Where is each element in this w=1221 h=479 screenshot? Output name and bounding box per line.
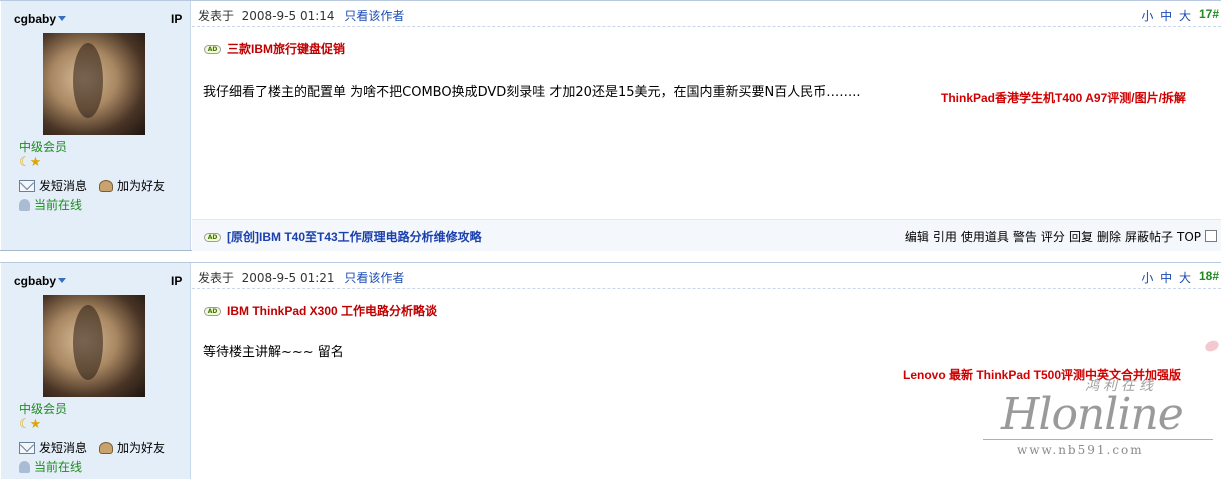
- post-meta: 发表于 2008-9-5 01:14 只看该作者: [198, 9, 405, 23]
- reply-button[interactable]: 回复: [1069, 230, 1093, 244]
- warn-button[interactable]: 警告: [1013, 230, 1037, 244]
- post-main: 发表于 2008-9-5 01:14 只看该作者 小 中 大 17# AD 三款I…: [192, 1, 1221, 251]
- use-item-button[interactable]: 使用道具: [961, 230, 1009, 244]
- author-sidebar: cgbaby IP 中级会员 ☾★ 发短消息 加为好友 当前在线: [1, 1, 191, 250]
- post-17: cgbaby IP 中级会员 ☾★ 发短消息 加为好友 当前在线 发表于 200…: [0, 0, 1221, 251]
- watermark: 鸿利在线 Hlonline www.nb591.com: [983, 375, 1213, 465]
- ad-icon: AD: [204, 45, 221, 54]
- chevron-down-icon[interactable]: [58, 278, 67, 283]
- online-status: 当前在线: [19, 196, 82, 213]
- ip-link[interactable]: IP: [171, 274, 182, 288]
- post-tools: 编辑 引用 使用道具 警告 评分 回复 删除 屏蔽帖子 TOP: [901, 228, 1201, 245]
- font-size-controls[interactable]: 小 中 大: [1141, 7, 1191, 24]
- promo-link[interactable]: ThinkPad香港学生机T400 A97评测/图片/拆解: [941, 89, 1186, 106]
- add-friend-button[interactable]: 加为好友: [99, 439, 165, 456]
- watermark-url: www.nb591.com: [1017, 443, 1144, 457]
- divider: [192, 26, 1221, 27]
- moon-icon: ☾: [19, 155, 31, 170]
- send-message-button[interactable]: 发短消息: [19, 439, 87, 456]
- ad-link-top[interactable]: AD 三款IBM旅行键盘促销: [204, 40, 345, 57]
- top-button[interactable]: TOP: [1177, 230, 1201, 244]
- select-post-checkbox[interactable]: [1205, 230, 1217, 242]
- send-message-button[interactable]: 发短消息: [19, 177, 87, 194]
- add-friend-button[interactable]: 加为好友: [99, 177, 165, 194]
- post-content: 等待楼主讲解~~~ 留名: [203, 345, 344, 360]
- member-level: 中级会员: [19, 140, 68, 154]
- ad-link-top[interactable]: AD IBM ThinkPad X300 工作电路分析略谈: [204, 302, 437, 319]
- user-add-icon: [99, 442, 113, 454]
- pin-icon: [1203, 338, 1221, 354]
- avatar: [43, 33, 145, 135]
- floor-number[interactable]: 17#: [1199, 7, 1219, 21]
- author-name[interactable]: cgbaby: [14, 12, 67, 26]
- ad-icon: AD: [204, 307, 221, 316]
- font-size-controls[interactable]: 小 中 大: [1141, 269, 1191, 286]
- author-sidebar: cgbaby IP 中级会员 ☾★ 发短消息 加为好友 当前在线: [1, 263, 191, 479]
- only-author-link[interactable]: 只看该作者: [344, 9, 404, 23]
- quote-button[interactable]: 引用: [933, 230, 957, 244]
- user-icon: [19, 461, 30, 473]
- block-post-button[interactable]: 屏蔽帖子: [1125, 230, 1173, 244]
- delete-button[interactable]: 删除: [1097, 230, 1121, 244]
- edit-button[interactable]: 编辑: [905, 230, 929, 244]
- member-level: 中级会员: [19, 402, 68, 416]
- user-add-icon: [99, 180, 113, 192]
- avatar: [43, 295, 145, 397]
- chevron-down-icon[interactable]: [58, 16, 67, 21]
- author-name[interactable]: cgbaby: [14, 274, 67, 288]
- rank-icons: ☾★: [19, 417, 42, 432]
- ad-icon: AD: [204, 233, 221, 242]
- rate-button[interactable]: 评分: [1041, 230, 1065, 244]
- ip-link[interactable]: IP: [171, 12, 182, 26]
- mail-icon: [19, 442, 35, 454]
- floor-number[interactable]: 18#: [1199, 269, 1219, 283]
- watermark-logo: Hlonline: [1001, 389, 1184, 440]
- moon-icon: ☾: [19, 417, 31, 432]
- watermark-line: [983, 439, 1213, 440]
- post-footer: AD [原创]IBM T40至T43工作原理电路分析维修攻略 编辑 引用 使用道具 警告…: [192, 219, 1221, 251]
- post-meta: 发表于 2008-9-5 01:21 只看该作者: [198, 271, 405, 285]
- mail-icon: [19, 180, 35, 192]
- only-author-link[interactable]: 只看该作者: [344, 271, 404, 285]
- star-icon: ★: [29, 155, 42, 170]
- online-status: 当前在线: [19, 458, 82, 475]
- post-content: 我仔细看了楼主的配置单 为啥不把COMBO换成DVD刻录哇 才加20还是15美元…: [203, 85, 861, 100]
- user-icon: [19, 199, 30, 211]
- post-main: 发表于 2008-9-5 01:21 只看该作者 小 中 大 18# AD IBM…: [192, 263, 1221, 479]
- rank-icons: ☾★: [19, 155, 42, 170]
- post-18: cgbaby IP 中级会员 ☾★ 发短消息 加为好友 当前在线 发表于 200…: [0, 262, 1221, 479]
- divider: [192, 288, 1221, 289]
- ad-link-footer[interactable]: AD [原创]IBM T40至T43工作原理电路分析维修攻略: [204, 228, 482, 245]
- star-icon: ★: [29, 417, 42, 432]
